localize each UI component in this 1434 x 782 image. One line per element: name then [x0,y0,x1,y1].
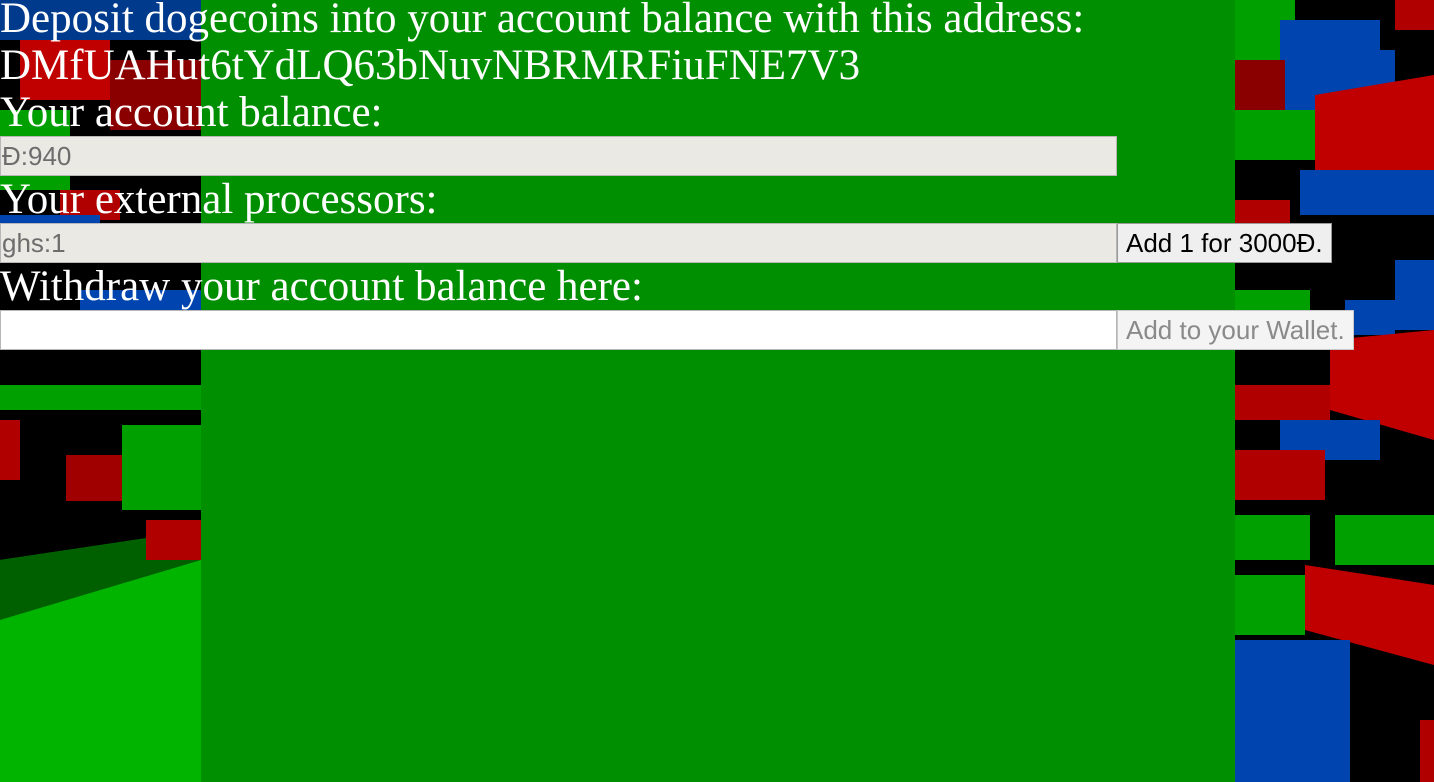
balance-field[interactable] [0,136,1117,176]
processors-label: Your external processors: [0,176,438,223]
page: Deposit dogecoins into your account bala… [0,0,1434,782]
withdraw-row: Add to your Wallet. [0,310,1434,350]
processors-field[interactable] [0,223,1117,263]
balance-label: Your account balance: [0,89,383,136]
add-processor-button[interactable]: Add 1 for 3000Đ. [1117,223,1332,263]
deposit-heading: Deposit dogecoins into your account bala… [0,0,1085,42]
balance-row [0,136,1434,176]
wallet-form: Deposit dogecoins into your account bala… [0,0,1434,350]
add-to-wallet-button[interactable]: Add to your Wallet. [1117,310,1354,350]
processors-row: Add 1 for 3000Đ. [0,223,1434,263]
deposit-address: DMfUAHut6tYdLQ63bNuvNBRMRFiuFNE7V3 [0,42,861,89]
withdraw-label: Withdraw your account balance here: [0,263,643,310]
withdraw-address-input[interactable] [0,310,1117,350]
